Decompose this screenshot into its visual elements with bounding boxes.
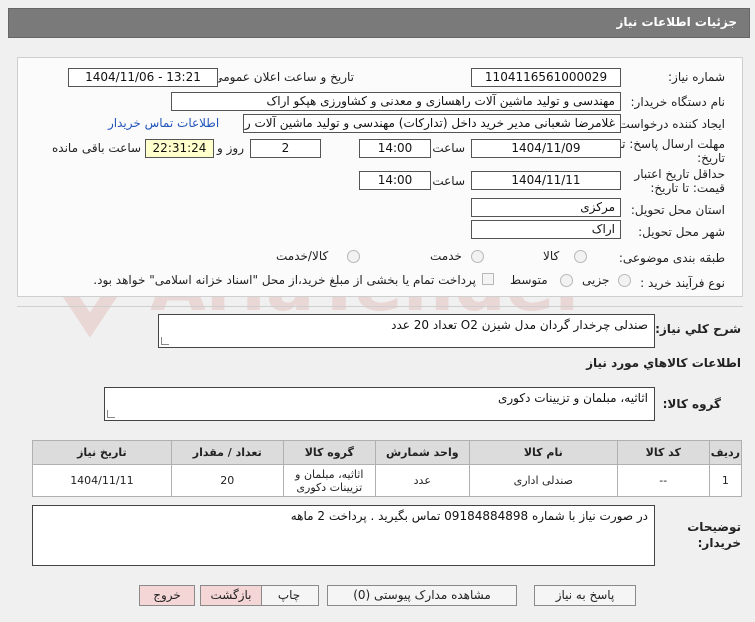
col-row: ردیف	[708, 440, 743, 465]
cell-row: 1	[708, 464, 743, 497]
deadline-time-field: 14:00	[359, 139, 431, 158]
attachments-button[interactable]: مشاهده مدارک پیوستی (0)	[327, 585, 517, 606]
buyer-notes-label-2: خریدار:	[697, 536, 741, 550]
category-label: طبقه بندی موضوعی:	[618, 251, 725, 265]
need-number-label: شماره نیاز:	[668, 70, 725, 84]
process-label: نوع فرآیند خرید :	[640, 276, 725, 290]
resize-handle-icon[interactable]	[161, 337, 169, 345]
category-radio-service[interactable]	[471, 250, 484, 263]
section-divider	[17, 306, 743, 307]
deadline-label: مهلت ارسال پاسخ: تا	[618, 137, 725, 151]
cell-unit: عدد	[374, 464, 470, 497]
category-radio-both[interactable]	[347, 250, 360, 263]
deadline-label-2: تاریخ:	[697, 151, 725, 165]
reply-button[interactable]: پاسخ به نیاز	[534, 585, 636, 606]
resize-handle-icon[interactable]	[107, 410, 115, 418]
city-field: اراک	[471, 220, 621, 239]
cell-group: اثاثیه، مبلمان و تزیینات دکوری	[282, 464, 376, 497]
goods-group-text: اثاثیه، مبلمان و تزیینات دکوری	[497, 391, 648, 405]
page-header: جزئیات اطلاعات نیاز	[8, 8, 750, 38]
summary-text: صندلی چرخدار گردان مدل شیزن O2 تعداد 20 …	[391, 318, 648, 332]
creator-label: ایجاد کننده درخواست:	[614, 117, 725, 131]
buyer-notes-label: توضیحات	[687, 520, 741, 534]
deadline-date-field: 1404/11/09	[471, 139, 621, 158]
col-code: کد کالا	[616, 440, 710, 465]
category-option-goods: کالا	[543, 249, 560, 263]
print-button[interactable]: چاپ	[259, 585, 319, 606]
days-field: 2	[250, 139, 321, 158]
process-option-minor: جزیی	[582, 273, 610, 287]
col-quantity: تعداد / مقدار	[170, 440, 284, 465]
goods-info-title: اطلاعات كالاهاي مورد نياز	[586, 356, 741, 370]
remaining-time-field: 22:31:24	[145, 139, 214, 158]
days-label: روز و	[217, 141, 244, 155]
summary-label: شرح كلي نياز:	[655, 322, 741, 336]
process-radio-medium[interactable]	[560, 274, 573, 287]
validity-label-2: قیمت: تا تاریخ:	[650, 181, 725, 195]
validity-time-field: 14:00	[359, 171, 431, 190]
announce-label: تاریخ و ساعت اعلان عمومی:	[209, 70, 354, 84]
category-option-service: خدمت	[430, 249, 462, 263]
items-table: ردیف کد کالا نام کالا واحد شمارش گروه کا…	[32, 440, 743, 497]
process-option-medium: متوسط	[510, 273, 548, 287]
goods-group-textarea: اثاثیه، مبلمان و تزیینات دکوری	[104, 387, 655, 421]
contact-info-link[interactable]: اطلاعات تماس خریدار	[108, 116, 219, 130]
col-group: گروه کالا	[282, 440, 376, 465]
remaining-label: ساعت باقی مانده	[52, 141, 142, 155]
goods-group-label: گروه کالا:	[662, 397, 721, 411]
back-button[interactable]: بازگشت	[200, 585, 262, 606]
buyer-notes-text: در صورت نیاز با شماره 09184884898 تماس ب…	[290, 509, 648, 523]
validity-time-label: ساعت	[432, 174, 465, 188]
cell-name: صندلی اداری	[468, 464, 618, 497]
payment-note: پرداخت تمام یا بخشی از مبلغ خرید،از محل …	[93, 273, 476, 287]
treasury-checkbox[interactable]	[482, 273, 494, 285]
buyer-org-label: نام دستگاه خریدار:	[630, 95, 726, 109]
summary-textarea: صندلی چرخدار گردان مدل شیزن O2 تعداد 20 …	[158, 314, 655, 348]
announce-field: 1404/11/06 - 13:21	[68, 68, 218, 87]
exit-button[interactable]: خروج	[139, 585, 195, 606]
col-name: نام کالا	[468, 440, 618, 465]
validity-date-field: 1404/11/11	[471, 171, 621, 190]
table-header-row: ردیف کد کالا نام کالا واحد شمارش گروه کا…	[32, 440, 743, 465]
buyer-org-field: مهندسی و تولید ماشین آلات راهسازی و معدن…	[171, 92, 621, 111]
page-title: جزئیات اطلاعات نیاز	[616, 15, 737, 29]
table-row: 1 -- صندلی اداری عدد اثاثیه، مبلمان و تز…	[32, 464, 743, 497]
city-label: شهر محل تحویل:	[638, 225, 725, 239]
col-unit: واحد شمارش	[374, 440, 470, 465]
cell-need-date: 1404/11/11	[32, 464, 172, 497]
process-radio-minor[interactable]	[618, 274, 631, 287]
category-option-both: کالا/خدمت	[276, 249, 329, 263]
validity-label: حداقل تاریخ اعتبار	[634, 167, 725, 181]
need-number-field: 1104116561000029	[471, 68, 621, 87]
buyer-notes-textarea: در صورت نیاز با شماره 09184884898 تماس ب…	[32, 505, 655, 566]
deadline-time-label: ساعت	[432, 141, 465, 155]
category-radio-goods[interactable]	[574, 250, 587, 263]
col-need-date: تاریخ نیاز	[32, 440, 172, 465]
province-label: استان محل تحویل:	[630, 203, 725, 217]
creator-field: غلامرضا شعبانی مدیر خرید داخل (تدارکات) …	[243, 114, 621, 133]
province-field: مرکزی	[471, 198, 621, 217]
cell-quantity: 20	[170, 464, 284, 497]
cell-code: --	[616, 464, 710, 497]
